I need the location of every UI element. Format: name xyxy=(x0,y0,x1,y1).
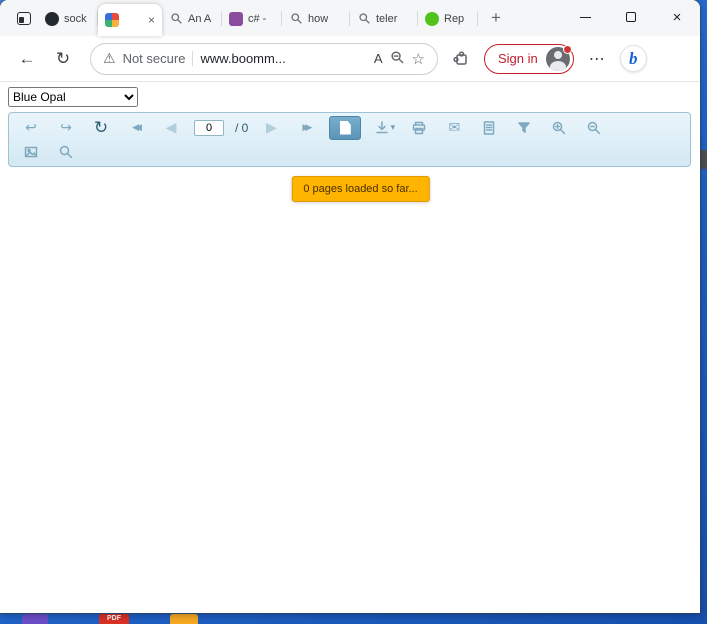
pdf-icon-label: PDF xyxy=(107,615,121,622)
page-content: Blue Opal ↩ ↪ ↻ ◀◀ ◀ / 0 ▶ ▶▶ xyxy=(0,82,700,612)
tab-label: c# - xyxy=(248,12,267,25)
tab-bar: sock × An A c# - how teler Rep + × xyxy=(0,0,700,36)
toolbar-row-1: ↩ ↪ ↻ ◀◀ ◀ / 0 ▶ ▶▶ ▾ xyxy=(19,115,680,140)
desktop-scrollbar-thumb[interactable] xyxy=(700,150,707,169)
warning-icon: ⚠ xyxy=(103,50,116,66)
pdf-toolbar: ↩ ↪ ↻ ◀◀ ◀ / 0 ▶ ▶▶ ▾ xyxy=(8,112,691,167)
tab-label: teler xyxy=(376,12,398,25)
zoom-out-icon[interactable] xyxy=(390,50,405,68)
toolbar-row-2 xyxy=(19,140,680,163)
address-divider xyxy=(192,51,194,66)
new-tab-button[interactable]: + xyxy=(482,4,510,32)
desktop-icon-folder[interactable] xyxy=(170,614,198,624)
tab-label: how xyxy=(308,12,329,25)
search-document-button[interactable] xyxy=(54,141,78,163)
tab-search-3[interactable]: teler xyxy=(350,5,418,32)
page-view-button-selected[interactable] xyxy=(329,115,362,140)
read-aloud-button[interactable]: A xyxy=(374,51,383,66)
telerik-icon xyxy=(425,11,439,26)
sign-in-button[interactable]: Sign in xyxy=(484,43,574,74)
last-page-button[interactable]: ▶ ▶ xyxy=(294,117,318,139)
tab-active[interactable]: × xyxy=(98,4,162,36)
tab-label: An A xyxy=(188,12,212,25)
redo-button[interactable]: ↪ xyxy=(54,117,78,139)
avatar xyxy=(545,44,572,71)
address-bar[interactable]: ⚠ Not secure www.boomm... A ☆ xyxy=(90,42,438,75)
tab-actions-icon xyxy=(17,11,31,25)
browser-window: sock × An A c# - how teler Rep + × ← ↻ ⚠… xyxy=(0,0,700,613)
print-button[interactable] xyxy=(407,117,431,139)
tab-close-icon[interactable]: × xyxy=(148,14,155,26)
extensions-button[interactable] xyxy=(448,46,474,72)
tab-label: Rep xyxy=(444,12,465,25)
prev-icon: ◀ xyxy=(135,122,142,132)
undo-button[interactable]: ↩ xyxy=(19,117,43,139)
more-menu-button[interactable]: ⋯ xyxy=(584,46,610,72)
bing-icon: b xyxy=(629,49,638,68)
sign-in-label: Sign in xyxy=(498,51,538,66)
status-badge: 0 pages loaded so far... xyxy=(291,176,430,202)
maximize-icon xyxy=(626,12,636,22)
desktop-icon-pdf[interactable]: PDF xyxy=(99,614,129,624)
maximize-button[interactable] xyxy=(608,0,654,34)
url-text[interactable]: www.boomm... xyxy=(200,51,285,66)
first-page-button[interactable]: ◀ ◀ xyxy=(124,117,148,139)
theme-select[interactable]: Blue Opal xyxy=(8,87,138,107)
download-dropdown-icon[interactable]: ▾ xyxy=(391,122,396,133)
back-button[interactable]: ← xyxy=(14,46,40,72)
tab-csharp[interactable]: c# - xyxy=(222,5,282,32)
tab-search-1[interactable]: An A xyxy=(162,5,222,32)
document-icon xyxy=(339,120,351,135)
github-icon xyxy=(45,11,59,26)
close-button[interactable]: × xyxy=(654,0,700,34)
refresh-button[interactable]: ↻ xyxy=(50,46,76,72)
email-button[interactable]: ✉ xyxy=(442,117,466,139)
filter-button[interactable] xyxy=(512,117,536,139)
text-view-button[interactable] xyxy=(477,117,501,139)
tab-actions-button[interactable] xyxy=(10,4,38,32)
not-secure-label[interactable]: Not secure xyxy=(123,51,186,66)
search-icon xyxy=(169,12,183,26)
zoom-in-button[interactable] xyxy=(547,117,571,139)
previous-page-button[interactable]: ◀ xyxy=(159,117,183,139)
page-number-input[interactable] xyxy=(194,119,224,136)
next-icon: ▶ xyxy=(305,122,312,132)
tab-github[interactable]: sock xyxy=(38,5,98,32)
app-icon xyxy=(105,13,119,27)
favorite-icon[interactable]: ☆ xyxy=(412,50,425,68)
search-icon xyxy=(289,12,303,26)
reload-button[interactable]: ↻ xyxy=(89,117,113,139)
minimize-icon xyxy=(579,16,591,18)
page-total-label: / 0 xyxy=(235,120,249,135)
tab-report[interactable]: Rep xyxy=(418,5,478,32)
zoom-out-button[interactable] xyxy=(582,117,606,139)
search-icon xyxy=(357,12,371,26)
next-page-button[interactable]: ▶ xyxy=(259,117,283,139)
window-controls: × xyxy=(562,0,700,34)
image-view-button[interactable] xyxy=(19,141,43,163)
copilot-button[interactable]: b xyxy=(619,45,647,72)
code-icon xyxy=(229,11,243,26)
desktop-icon-app[interactable] xyxy=(22,614,48,624)
tab-label: sock xyxy=(64,12,87,25)
tab-search-2[interactable]: how xyxy=(282,5,350,32)
notification-dot xyxy=(562,44,572,54)
minimize-button[interactable] xyxy=(562,0,608,34)
download-button[interactable]: ▾ xyxy=(372,117,396,139)
navigation-bar: ← ↻ ⚠ Not secure www.boomm... A ☆ Sign i… xyxy=(0,36,700,82)
